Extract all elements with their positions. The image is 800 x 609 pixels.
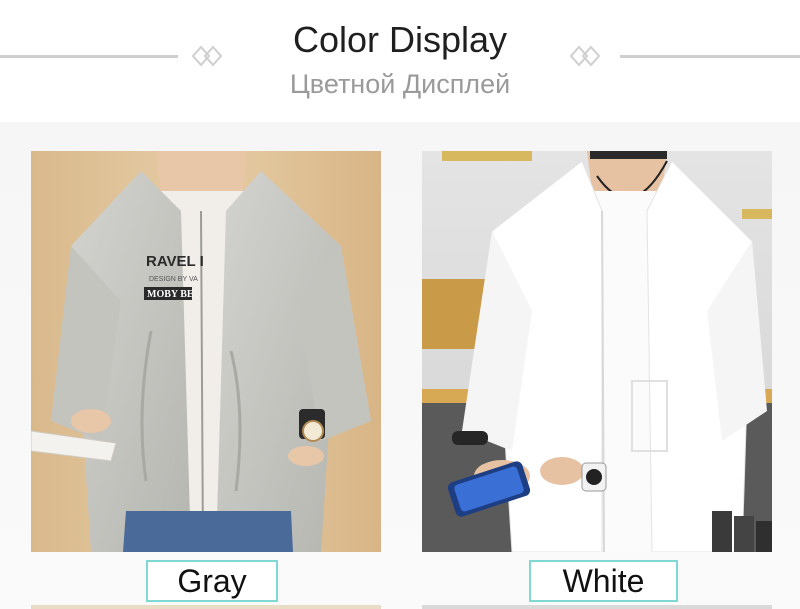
white-jacket-illustration bbox=[422, 151, 772, 552]
tshirt-print-line2: DESIGN BY VA bbox=[149, 276, 198, 283]
color-label-white[interactable]: White bbox=[529, 560, 678, 602]
next-photo-edge bbox=[31, 605, 381, 609]
tshirt-print-line3: MOBY BE bbox=[147, 289, 194, 300]
header-rule-right bbox=[620, 55, 800, 58]
gray-jacket-photo[interactable]: RAVEL I DESIGN BY VA MOBY BE bbox=[31, 151, 381, 552]
section-header: Color Display Цветной Дисплей bbox=[0, 0, 800, 122]
tshirt-print-line1: RAVEL I bbox=[146, 253, 204, 270]
double-diamond-icon bbox=[570, 45, 601, 67]
page-subtitle: Цветной Дисплей bbox=[289, 69, 511, 99]
gray-jacket-illustration: RAVEL I DESIGN BY VA MOBY BE bbox=[31, 151, 381, 552]
color-label-gray[interactable]: Gray bbox=[146, 560, 278, 602]
next-photo-edge bbox=[422, 605, 772, 609]
white-jacket-photo[interactable] bbox=[422, 151, 772, 552]
